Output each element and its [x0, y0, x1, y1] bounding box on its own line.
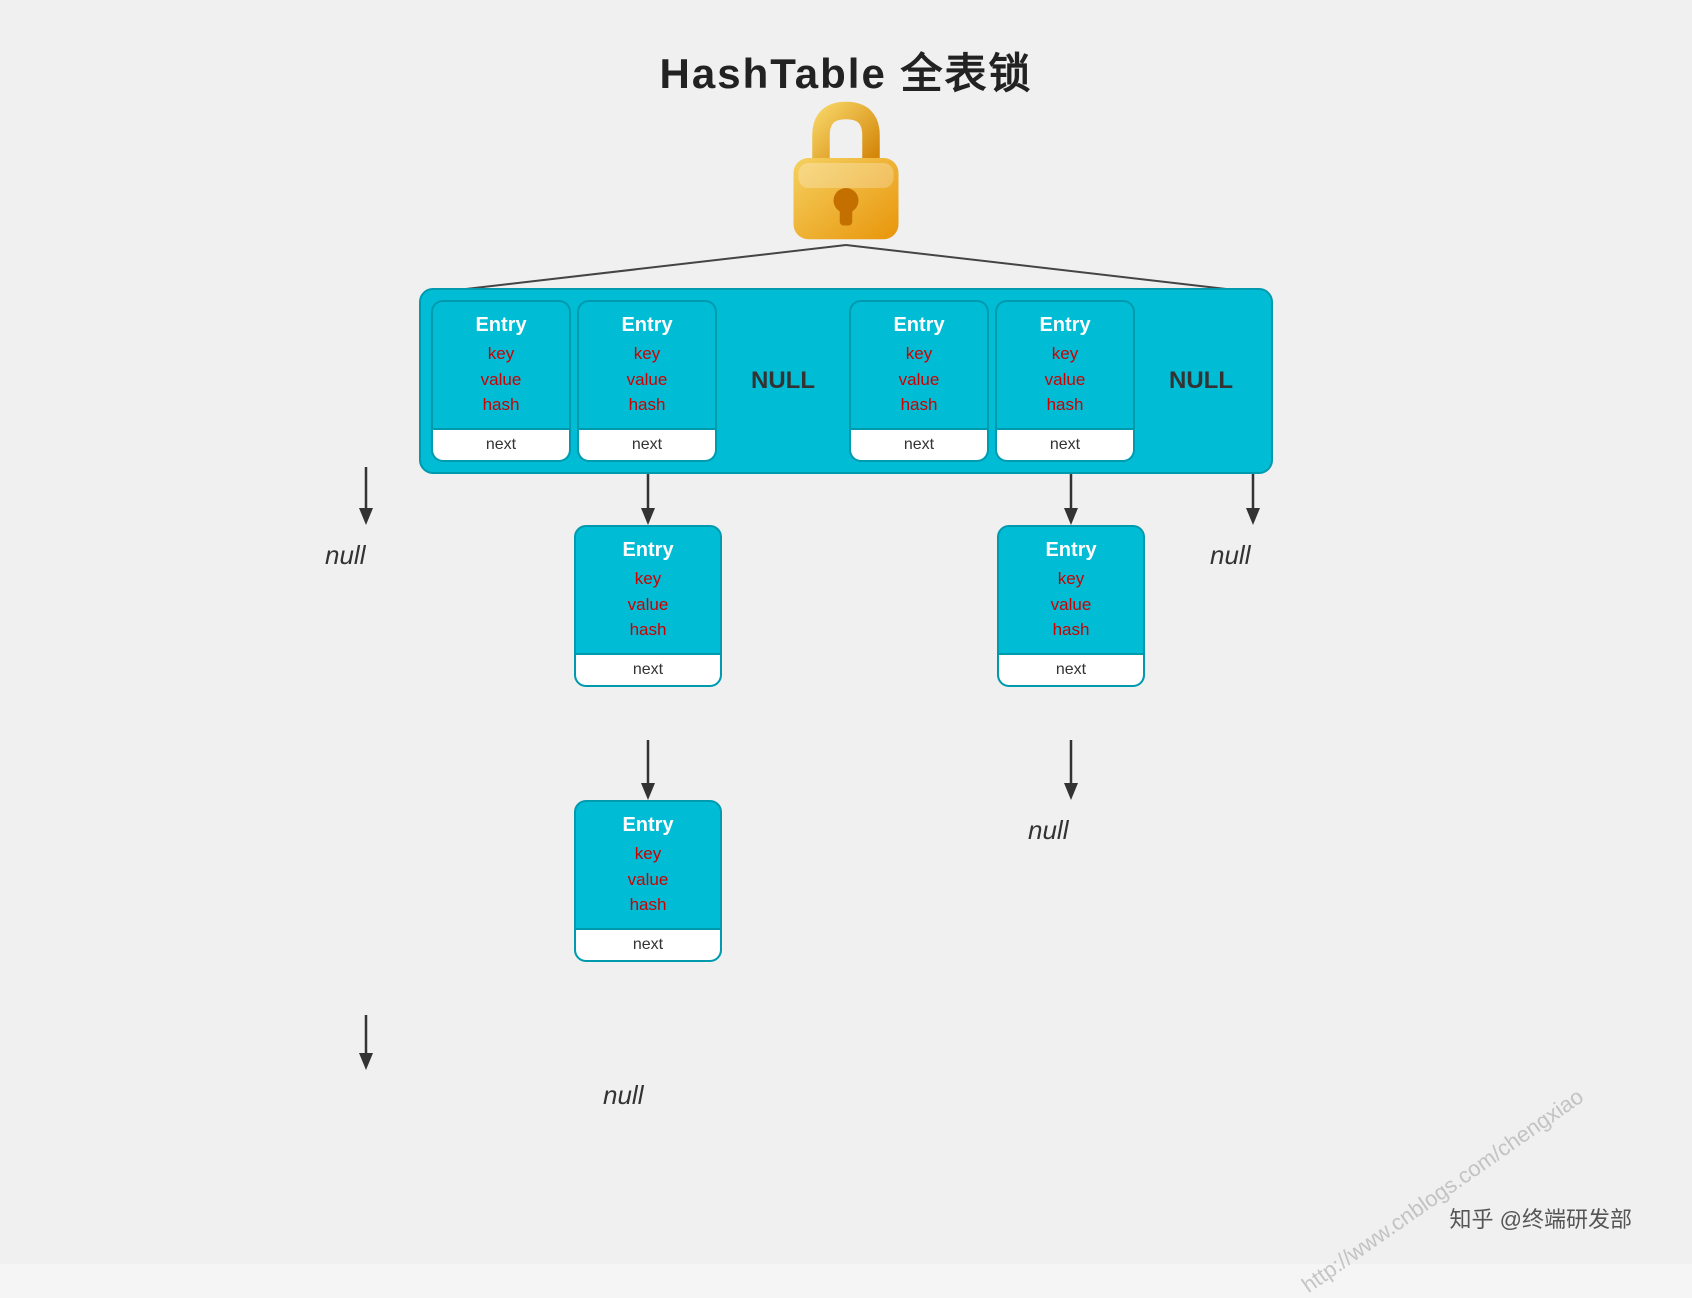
entry-card-1: Entry key value hash next: [431, 300, 571, 462]
entry-field-key-5: key: [1039, 341, 1090, 367]
entry-top-4: Entry key value hash: [875, 302, 962, 428]
entry-field-key-l2r: key: [1045, 566, 1096, 592]
entry-field-value-l2r: value: [1045, 592, 1096, 618]
entry-field-value-5: value: [1039, 367, 1090, 393]
entry-label-l3: Entry: [622, 814, 673, 837]
entry-top-2: Entry key value hash: [603, 302, 690, 428]
entry-field-hash-l2r: hash: [1045, 617, 1096, 643]
null-cell-1: NULL: [723, 300, 843, 462]
lock-icon: [776, 95, 916, 250]
entry-field-key-1: key: [475, 341, 526, 367]
page: HashTable 全表锁: [0, 0, 1692, 1264]
entry-next-4: next: [851, 428, 987, 460]
entry-field-value-1: value: [475, 367, 526, 393]
entry-card-5: Entry key value hash next: [995, 300, 1135, 462]
entry-field-hash-l2l: hash: [622, 617, 673, 643]
attribution: 知乎 @终端研发部: [1450, 1202, 1632, 1234]
watermark: http://www.cnblogs.com/chengxiao: [1298, 1084, 1589, 1298]
entry-next-l2-right: next: [999, 653, 1143, 685]
entry-top-5: Entry key value hash: [1021, 302, 1108, 428]
entry-label-l2-left: Entry: [622, 539, 673, 562]
entry-field-value-l3: value: [622, 867, 673, 893]
top-row: Entry key value hash next Entry key valu…: [419, 288, 1273, 474]
entry-label-2: Entry: [621, 314, 672, 337]
null-text-1: null: [325, 540, 365, 571]
entry-label-4: Entry: [893, 314, 944, 337]
null-cell-2: NULL: [1141, 300, 1261, 462]
entry-next-5: next: [997, 428, 1133, 460]
null-text-l3: null: [603, 1080, 643, 1111]
entry-field-hash-5: hash: [1039, 392, 1090, 418]
entry-field-hash-4: hash: [893, 392, 944, 418]
entry-top-l2-right: Entry key value hash: [1027, 527, 1114, 653]
entry-label-1: Entry: [475, 314, 526, 337]
entry-label-l2-right: Entry: [1045, 539, 1096, 562]
entry-top-l3: Entry key value hash: [604, 802, 691, 928]
entry-card-4: Entry key value hash next: [849, 300, 989, 462]
entry-field-key-2: key: [621, 341, 672, 367]
entry-field-value-l2l: value: [622, 592, 673, 618]
entry-field-value-2: value: [621, 367, 672, 393]
entry-field-hash-2: hash: [621, 392, 672, 418]
entry-card-l3: Entry key value hash next: [574, 800, 722, 962]
entry-field-key-l2l: key: [622, 566, 673, 592]
page-title: HashTable 全表锁: [0, 0, 1692, 101]
entry-next-1: next: [433, 428, 569, 460]
entry-field-hash-1: hash: [475, 392, 526, 418]
entry-card-l2-left: Entry key value hash next: [574, 525, 722, 687]
entry-card-l2-right: Entry key value hash next: [997, 525, 1145, 687]
entry-next-2: next: [579, 428, 715, 460]
entry-field-key-4: key: [893, 341, 944, 367]
entry-field-hash-l3: hash: [622, 892, 673, 918]
entry-label-5: Entry: [1039, 314, 1090, 337]
entry-top-1: Entry key value hash: [457, 302, 544, 428]
entry-next-l3: next: [576, 928, 720, 960]
entry-field-value-4: value: [893, 367, 944, 393]
null-text-l2r: null: [1028, 815, 1068, 846]
null-text-5: null: [1210, 540, 1250, 571]
entry-card-2: Entry key value hash next: [577, 300, 717, 462]
entry-next-l2-left: next: [576, 653, 720, 685]
entry-field-key-l3: key: [622, 841, 673, 867]
entry-top-l2-left: Entry key value hash: [604, 527, 691, 653]
